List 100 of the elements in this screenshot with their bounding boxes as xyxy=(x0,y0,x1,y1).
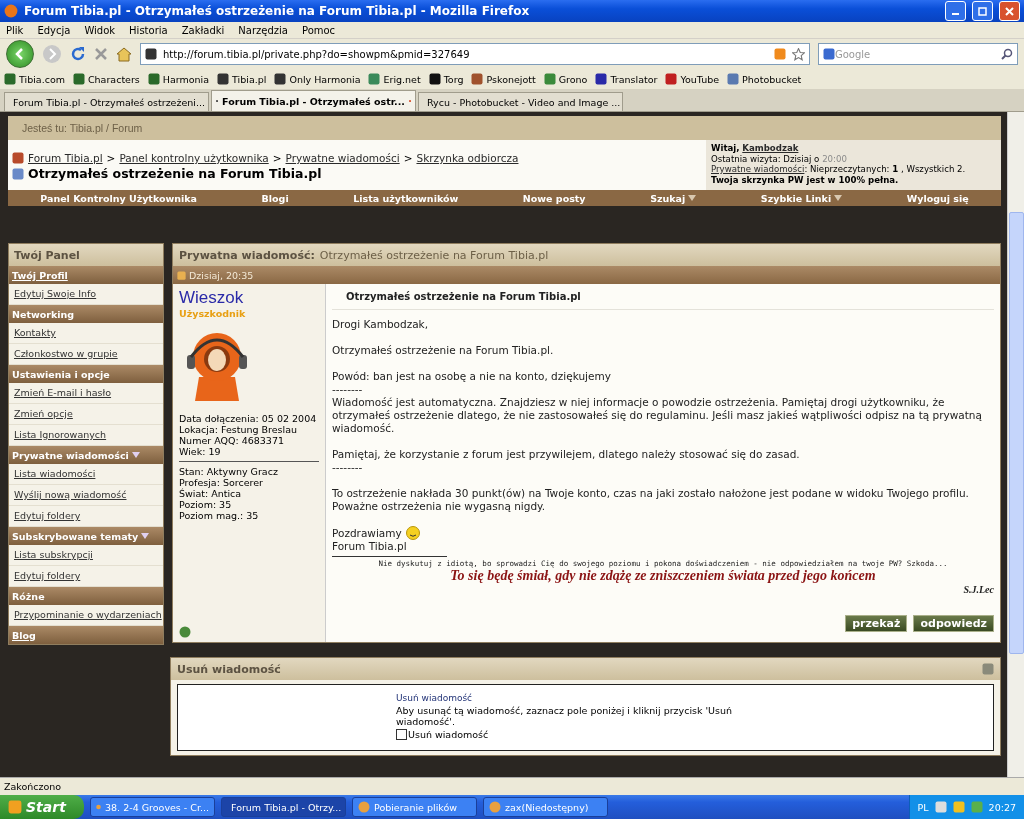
start-button[interactable]: Start xyxy=(0,795,84,819)
menu-item[interactable]: Edycja xyxy=(37,24,71,36)
status-icon xyxy=(179,626,191,638)
clock: 20:27 xyxy=(988,801,1016,813)
bookmark-item[interactable]: Translator xyxy=(595,73,658,85)
author-info: Data dołączenia: 05 02 2004 xyxy=(179,413,318,424)
bookmark-icon xyxy=(4,73,16,85)
menu-item[interactable]: Pomoc xyxy=(301,24,336,36)
post-date-bar: Dzisiaj, 20:35 xyxy=(173,266,1000,284)
maximize-icon xyxy=(978,6,987,16)
menu-item[interactable]: Zakładki xyxy=(181,24,225,36)
search-icon[interactable] xyxy=(1001,48,1013,60)
bookmark-item[interactable]: Characters xyxy=(72,73,140,85)
message-text: Otrzymałeś ostrzeżenie na Forum Tibia.pl. xyxy=(332,344,555,357)
menu-item[interactable]: Historia xyxy=(129,24,168,36)
bookmark-icon xyxy=(147,73,160,85)
bookmark-item[interactable]: Tibia.com xyxy=(4,73,65,85)
breadcrumb-separator: > xyxy=(403,152,413,164)
maximize-button[interactable] xyxy=(972,1,993,21)
bookmark-item[interactable]: Only Harmonia xyxy=(274,73,361,85)
navbar-link[interactable]: Szybkie Linki xyxy=(760,192,843,204)
last-visit-time: 20:00 xyxy=(822,153,847,164)
breadcrumb-link[interactable]: Panel kontrolny użytkownika xyxy=(119,152,269,164)
sidebar-section-header[interactable]: Subskrybowane tematy xyxy=(9,527,163,545)
browser-tab[interactable]: Forum Tibia.pl - Otrzymałeś ostrzeżeni... xyxy=(4,92,209,111)
bookmark-item[interactable]: Torg xyxy=(428,73,464,85)
sidebar-link[interactable]: Wyślij nową wiadomość xyxy=(9,485,163,506)
menu-item[interactable]: Widok xyxy=(84,24,116,36)
panel-title: Otrzymałeś ostrzeżenie na Forum Tibia.pl xyxy=(319,248,549,262)
home-icon[interactable] xyxy=(116,46,132,62)
browser-tab[interactable]: Rycu - Photobucket - Video and Image ... xyxy=(418,92,623,111)
navbar-link[interactable]: Panel Kontrolny Użytkownika xyxy=(40,192,198,204)
navbar-link[interactable]: Szukaj xyxy=(650,192,697,204)
closing-text: Forum Tibia.pl xyxy=(332,540,407,552)
sidebar-section-header[interactable]: Różne xyxy=(9,587,163,605)
message-text: Drogi Kambodzak, xyxy=(332,318,429,331)
breadcrumb-separator: > xyxy=(106,152,116,164)
collapse-icon xyxy=(982,663,994,675)
breadcrumb-link[interactable]: Prywatne wiadomości xyxy=(285,152,400,164)
browser-tab[interactable]: Forum Tibia.pl - Otrzymałeś ostr... xyxy=(211,90,416,111)
breadcrumb-link[interactable]: Skrzynka odbiorcza xyxy=(416,152,519,164)
sidebar-link[interactable]: Lista wiadomości xyxy=(9,464,163,485)
bookmark-icon xyxy=(665,73,678,85)
bookmark-icon xyxy=(543,73,556,85)
breadcrumb-link[interactable]: Forum Tibia.pl xyxy=(28,152,103,164)
sidebar-link[interactable]: Kontakty xyxy=(9,323,163,344)
sidebar-section-header[interactable]: Ustawienia i opcje xyxy=(9,365,163,383)
back-button[interactable] xyxy=(6,40,34,68)
bookmark-icon xyxy=(72,73,85,85)
delete-checkbox-row[interactable]: Usuń wiadomość xyxy=(396,729,993,740)
message-text: Powód: ban jest na osobę a nie na konto, dziękujemy xyxy=(332,370,612,383)
sidebar-section-header[interactable]: Networking xyxy=(9,305,163,323)
navbar-link[interactable]: Wyloguj się xyxy=(906,192,969,204)
taskbar-item[interactable]: Forum Tibia.pl - Otrzy... xyxy=(221,797,346,817)
taskbar-item[interactable]: 38. 2-4 Grooves - Cr... xyxy=(90,797,215,817)
sidebar-section-header[interactable]: Blog xyxy=(9,626,163,644)
username-link[interactable]: Kambodzak xyxy=(742,143,799,153)
message-subject: Otrzymałeś ostrzeżenie na Forum Tibia.pl xyxy=(332,288,994,310)
address-text: http://forum.tibia.pl/private.php?do=showpm&pmid=327649 xyxy=(163,48,471,60)
firefox-icon xyxy=(4,4,18,18)
last-visit-text: Ostatnia wizyta: Dzisiaj o xyxy=(711,153,820,164)
bookmark-item[interactable]: YouTube xyxy=(665,73,720,85)
sidebar-link[interactable]: Lista subskrypcji xyxy=(9,545,163,566)
menu-item[interactable]: Plik xyxy=(6,24,24,36)
sidebar-title: Twój Panel xyxy=(9,244,163,266)
caret-icon xyxy=(834,195,843,201)
navbar-link[interactable]: Nowe posty xyxy=(522,192,586,204)
address-field[interactable]: http://forum.tibia.pl/private.php?do=showpm&pmid=327649 xyxy=(140,43,810,65)
bookmark-item[interactable]: Photobucket xyxy=(727,73,802,85)
post-action-button[interactable]: przekaż xyxy=(845,615,908,632)
taskbar-item[interactable]: zax(Niedostępny) xyxy=(483,797,608,817)
site-icon xyxy=(145,48,157,60)
author-stat: Profesja: Sorcerer xyxy=(179,477,264,488)
taskbar-item[interactable]: Pobieranie plików xyxy=(352,797,477,817)
author-name-link[interactable]: Wieszok xyxy=(179,288,319,308)
sidebar-section-header[interactable]: Prywatne wiadomości xyxy=(9,446,163,464)
checkbox[interactable] xyxy=(396,729,407,740)
stop-icon[interactable] xyxy=(94,47,108,61)
star-icon[interactable] xyxy=(792,47,805,61)
scrollbar[interactable] xyxy=(1007,112,1024,777)
reload-icon[interactable] xyxy=(70,46,86,62)
bookmark-item[interactable]: Grono xyxy=(543,73,588,85)
author-stat: Poziom mag.: 35 xyxy=(179,510,260,521)
navbar-link[interactable]: Blogi xyxy=(261,192,289,204)
sidebar-section-header[interactable]: Twój Profil xyxy=(9,266,163,284)
message-text: -------- xyxy=(332,461,364,474)
minimize-button[interactable] xyxy=(945,1,966,21)
bookmark-item[interactable]: Pskonejott xyxy=(471,73,536,85)
post-action-button[interactable]: odpowiedz xyxy=(913,615,994,632)
bookmark-icon xyxy=(428,73,441,85)
menu-item[interactable]: Narzędzia xyxy=(238,24,288,36)
sidebar-link[interactable]: Zmień E-mail i hasło xyxy=(9,383,163,404)
bookmark-item[interactable]: Tibia.pl xyxy=(217,73,267,85)
bookmark-item[interactable]: Harmonia xyxy=(147,73,210,85)
bookmark-icon xyxy=(217,73,230,85)
closing-text: Pozdrawiamy xyxy=(332,527,402,539)
sidebar-link[interactable]: Zmień opcje xyxy=(9,404,163,425)
close-button[interactable] xyxy=(999,1,1020,21)
bookmark-item[interactable]: Erig.net xyxy=(368,73,421,85)
navbar-link[interactable]: Lista użytkowników xyxy=(353,192,459,204)
